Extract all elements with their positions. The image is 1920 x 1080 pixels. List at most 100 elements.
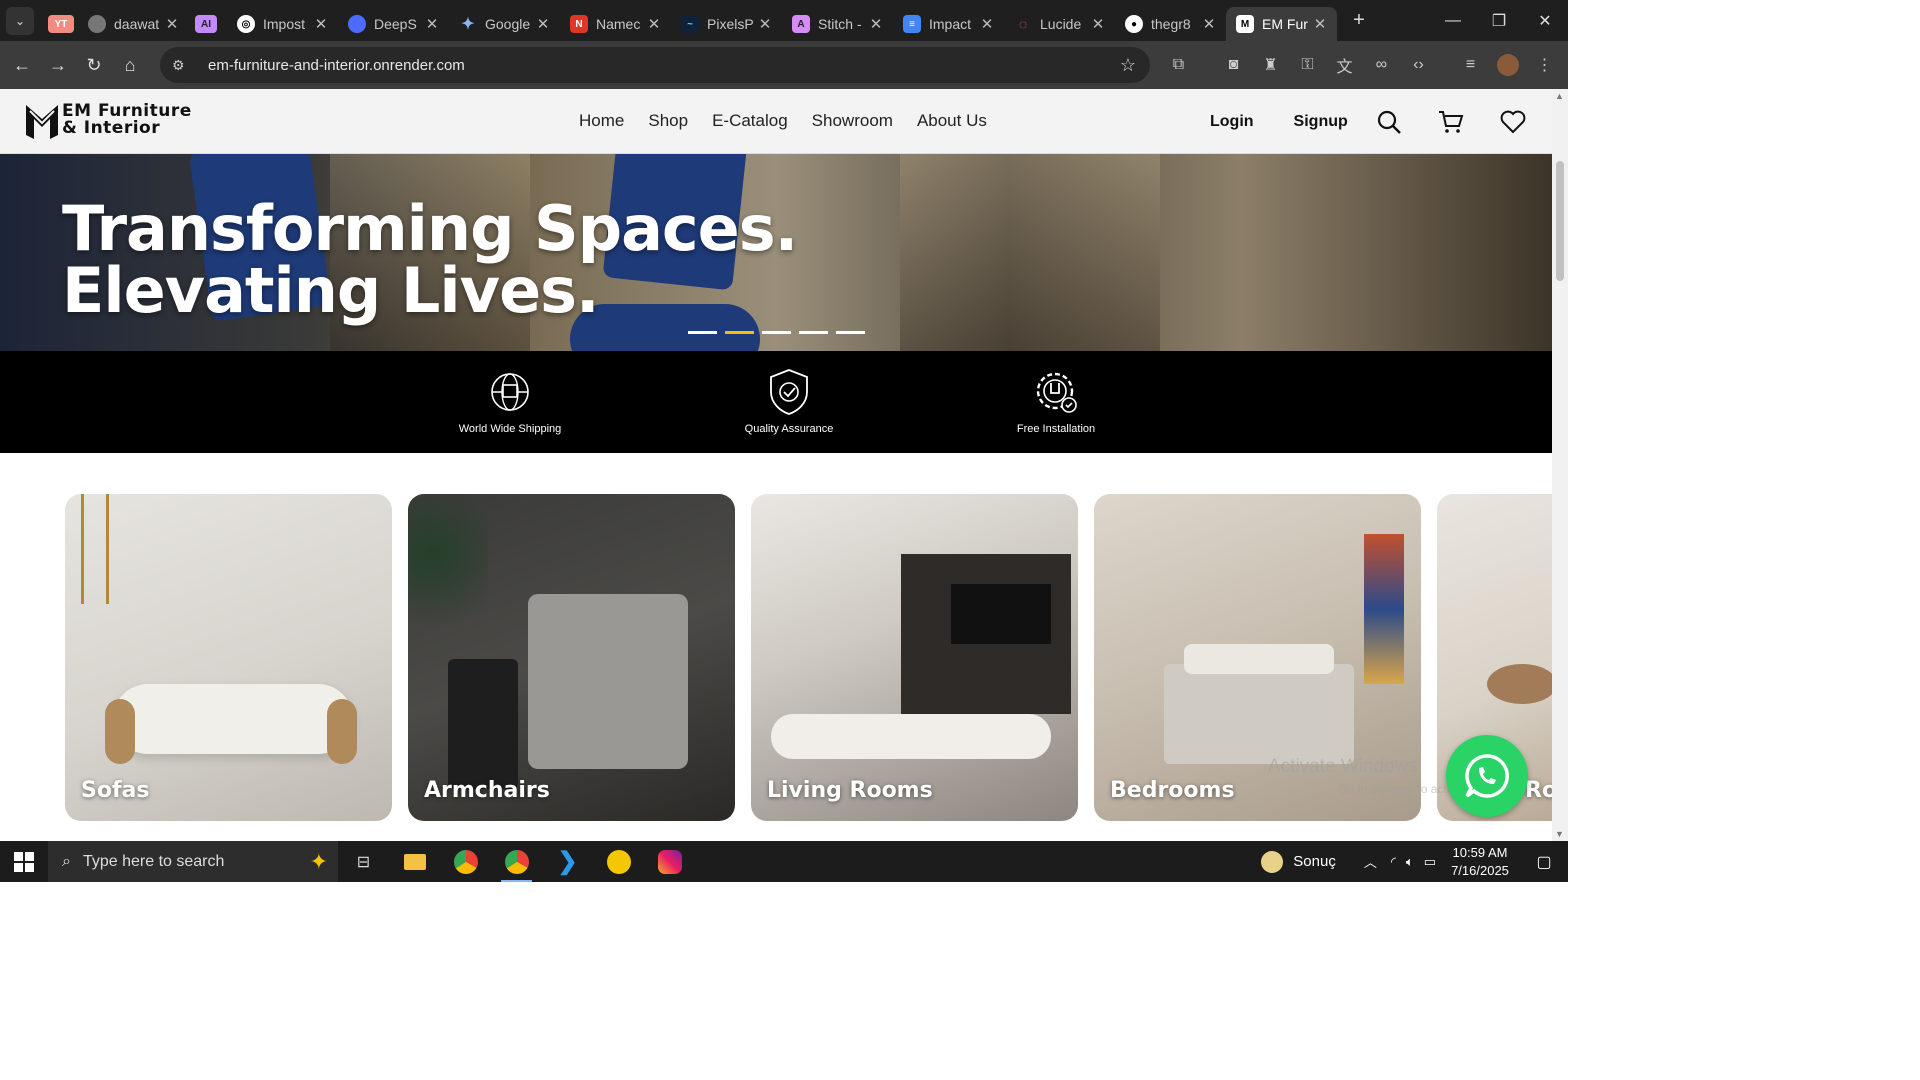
close-icon[interactable]: ✕ <box>314 15 328 33</box>
category-label: Sofas <box>81 778 150 803</box>
clock[interactable]: 10:59 AM 7/16/2025 <box>1440 844 1520 880</box>
nav-e-catalog[interactable]: E-Catalog <box>712 111 788 131</box>
slider-dot[interactable] <box>688 331 717 334</box>
forward-icon[interactable]: → <box>40 47 76 83</box>
extensions-icon[interactable]: ⧉ <box>1160 47 1197 83</box>
chrome-icon[interactable] <box>440 841 491 882</box>
link-icon[interactable]: ∞ <box>1363 47 1400 83</box>
notification-icon[interactable]: ▢ <box>1520 852 1568 872</box>
bookmark-star-icon[interactable]: ☆ <box>1120 55 1136 76</box>
battery-icon[interactable]: ▭ <box>1424 854 1436 870</box>
heart-icon[interactable] <box>1500 109 1526 135</box>
globe-icon <box>88 15 106 33</box>
incognito-icon[interactable]: ♜ <box>1252 47 1289 83</box>
tab-impost[interactable]: ◎ Impost ✕ <box>227 7 338 41</box>
close-icon[interactable]: ✕ <box>869 15 883 33</box>
translate-icon[interactable]: 文 <box>1326 47 1363 83</box>
slider-dot[interactable] <box>799 331 828 334</box>
hero-panel <box>900 154 1160 351</box>
category-card-sofas[interactable]: Sofas <box>65 494 392 821</box>
address-bar[interactable]: ⚙ em-furniture-and-interior.onrender.com… <box>160 47 1150 83</box>
hero-line2: Elevating Lives. <box>62 254 600 327</box>
tab-pixels[interactable]: ~ PixelsP ✕ <box>671 7 782 41</box>
tv-screen <box>951 584 1051 644</box>
browser-toolbar: ← → ↻ ⌂ ⚙ em-furniture-and-interior.onre… <box>0 41 1568 89</box>
tab-deepseek[interactable]: DeepS ✕ <box>338 7 449 41</box>
close-icon[interactable]: ✕ <box>536 15 550 33</box>
tab-daawat[interactable]: daawat ✕ <box>78 7 189 41</box>
close-icon[interactable]: ✕ <box>165 15 179 33</box>
minimize-icon[interactable]: — <box>1430 0 1476 41</box>
new-tab-button[interactable]: + <box>1345 7 1373 35</box>
chrome-profile-icon[interactable] <box>491 841 542 882</box>
whatsapp-button[interactable] <box>1446 735 1528 817</box>
back-icon[interactable]: ← <box>4 47 40 83</box>
armchair-shape <box>528 594 688 769</box>
home-icon[interactable]: ⌂ <box>112 47 148 83</box>
windows-start-button[interactable] <box>0 841 48 882</box>
nav-showroom[interactable]: Showroom <box>812 111 893 131</box>
screenshot-icon[interactable]: ◙ <box>1215 47 1252 83</box>
tab-search-button[interactable]: ⌄ <box>6 6 34 35</box>
reload-icon[interactable]: ↻ <box>76 47 112 83</box>
nav-about-us[interactable]: About Us <box>917 111 987 131</box>
system-tray: Sonuç ︿ ◜ 🔈︎ ▭ 10:59 AM 7/16/2025 ▢ <box>1261 841 1568 882</box>
close-icon[interactable]: ✕ <box>425 15 439 33</box>
tab-github[interactable]: ● thegr8 ✕ <box>1115 7 1226 41</box>
close-icon[interactable]: ✕ <box>758 15 772 33</box>
close-icon[interactable]: ✕ <box>1202 15 1216 33</box>
site-logo[interactable]: EM Furniture & Interior <box>24 101 192 139</box>
scroll-down-icon[interactable]: ▼ <box>1555 829 1564 839</box>
profile-avatar[interactable] <box>1489 47 1526 83</box>
nav-shop[interactable]: Shop <box>648 111 688 131</box>
menu-kebab-icon[interactable]: ⋮ <box>1526 47 1563 83</box>
close-icon[interactable]: ✕ <box>1313 15 1327 33</box>
tab-namecheap[interactable]: N Namec ✕ <box>560 7 671 41</box>
side-table <box>448 659 518 789</box>
taskbar-search[interactable]: ⌕ Type here to search ✦ <box>48 841 338 882</box>
login-link[interactable]: Login <box>1210 113 1254 131</box>
sofa-arm <box>105 699 135 764</box>
signup-link[interactable]: Signup <box>1294 113 1348 131</box>
code-icon[interactable]: ‹› <box>1400 47 1437 83</box>
slider-dot[interactable] <box>762 331 791 334</box>
close-icon[interactable]: ✕ <box>647 15 661 33</box>
cart-icon[interactable] <box>1438 109 1464 135</box>
volume-icon[interactable]: 🔈︎ <box>1406 854 1414 870</box>
site-info-icon[interactable]: ⚙ <box>172 57 192 74</box>
slider-dot[interactable] <box>836 331 865 334</box>
app-icon[interactable] <box>593 841 644 882</box>
header-icons <box>1376 109 1526 135</box>
close-icon[interactable]: ✕ <box>1091 15 1105 33</box>
category-card-armchairs[interactable]: Armchairs <box>408 494 735 821</box>
media-control-icon[interactable]: ≡ <box>1452 47 1489 83</box>
tab-group-yt[interactable]: YT <box>42 7 78 41</box>
feature-installation: Free Installation <box>1015 367 1097 435</box>
close-icon[interactable]: ✕ <box>980 15 994 33</box>
tab-group-ai[interactable]: AI <box>189 7 227 41</box>
restore-icon[interactable]: ❐ <box>1476 0 1522 41</box>
tab-google[interactable]: ✦ Google ✕ <box>449 7 560 41</box>
task-view-icon[interactable]: ⊟ <box>338 841 389 882</box>
chevron-up-icon[interactable]: ︿ <box>1364 852 1377 871</box>
file-explorer-icon[interactable] <box>389 841 440 882</box>
weather-widget[interactable]: Sonuç <box>1261 850 1336 873</box>
scroll-up-icon[interactable]: ▲ <box>1555 91 1564 101</box>
sofa-shape <box>771 714 1051 759</box>
tab-em-furniture[interactable]: M EM Fur ✕ <box>1226 7 1337 41</box>
scroll-thumb[interactable] <box>1556 161 1564 281</box>
network-icon[interactable]: ◜ <box>1391 854 1396 870</box>
tab-stitch[interactable]: A Stitch - ✕ <box>782 7 893 41</box>
close-window-icon[interactable]: ✕ <box>1522 0 1568 41</box>
instagram-icon[interactable] <box>644 841 695 882</box>
search-icon[interactable] <box>1376 109 1402 135</box>
tab-label: thegr8 <box>1151 16 1191 32</box>
category-card-living-rooms[interactable]: Living Rooms <box>751 494 1078 821</box>
tab-lucide[interactable]: ◌ Lucide ✕ <box>1004 7 1115 41</box>
slider-dot-active[interactable] <box>725 331 754 334</box>
tab-impact[interactable]: ≡ Impact ✕ <box>893 7 1004 41</box>
page-scrollbar[interactable]: ▲ ▼ <box>1552 89 1568 841</box>
nav-home[interactable]: Home <box>579 111 624 131</box>
vscode-icon[interactable]: ❯ <box>542 841 593 882</box>
password-icon[interactable]: ⚿ <box>1289 47 1326 83</box>
